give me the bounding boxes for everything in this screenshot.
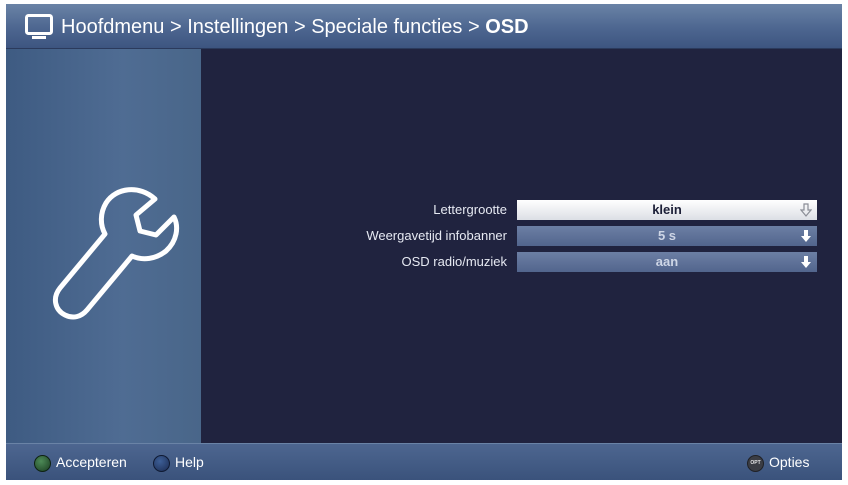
- accept-label: Accepteren: [56, 454, 127, 470]
- infobanner-duration-select[interactable]: 5 s: [517, 226, 817, 246]
- sidebar-panel: [6, 49, 201, 443]
- setting-value: klein: [652, 202, 682, 217]
- breadcrumb: Hoofdmenu > Instellingen > Speciale func…: [61, 13, 529, 41]
- setting-row-osd-radio-music: OSD radio/muziek aan: [201, 251, 842, 273]
- help-label: Help: [175, 454, 204, 470]
- font-size-select[interactable]: klein: [517, 200, 817, 220]
- green-button-icon: [34, 454, 51, 472]
- setting-value: 5 s: [657, 228, 677, 243]
- breadcrumb-item-settings[interactable]: Instellingen: [187, 16, 288, 38]
- title-bar: Hoofdmenu > Instellingen > Speciale func…: [6, 4, 842, 49]
- setting-row-font-size: Lettergrootte klein: [201, 199, 842, 221]
- setting-label: Weergavetijd infobanner: [366, 228, 507, 243]
- breadcrumb-item-special-functions[interactable]: Speciale functies: [311, 16, 462, 38]
- chevron-down-icon: [800, 203, 812, 217]
- breadcrumb-separator: >: [467, 16, 480, 38]
- setting-label: Lettergrootte: [433, 202, 507, 217]
- osd-radio-music-select[interactable]: aan: [517, 252, 817, 272]
- opt-button-icon: OPT: [747, 454, 764, 472]
- setting-value: aan: [655, 254, 679, 269]
- tv-icon: [25, 14, 53, 39]
- help-button[interactable]: Help: [153, 452, 204, 472]
- setting-label: OSD radio/muziek: [401, 254, 507, 269]
- breadcrumb-separator: >: [293, 16, 306, 38]
- osd-settings-screen: Hoofdmenu > Instellingen > Speciale func…: [6, 4, 842, 480]
- breadcrumb-separator: >: [169, 16, 182, 38]
- options-label: Opties: [769, 454, 810, 470]
- footer-bar: Accepteren Help OPT Opties: [6, 443, 842, 480]
- wrench-icon: [52, 187, 180, 320]
- setting-row-infobanner-duration: Weergavetijd infobanner 5 s: [201, 225, 842, 247]
- settings-list: Lettergrootte klein Weergavetijd infoban…: [201, 49, 842, 443]
- breadcrumb-item-main-menu[interactable]: Hoofdmenu: [61, 16, 164, 38]
- options-button[interactable]: OPT Opties: [747, 452, 809, 472]
- breadcrumb-current-osd: OSD: [485, 16, 529, 38]
- chevron-down-icon: [801, 256, 811, 268]
- blue-button-icon: [153, 454, 170, 472]
- accept-button[interactable]: Accepteren: [34, 452, 127, 472]
- chevron-down-icon: [801, 230, 811, 242]
